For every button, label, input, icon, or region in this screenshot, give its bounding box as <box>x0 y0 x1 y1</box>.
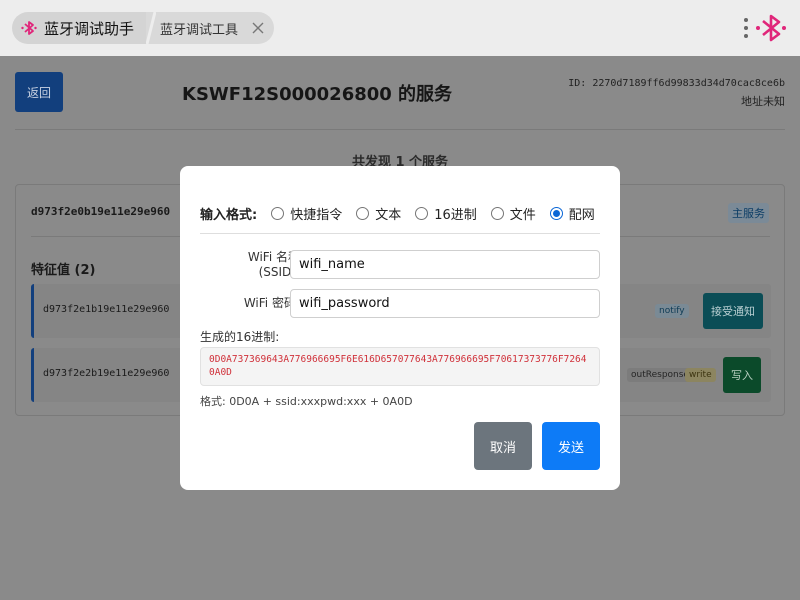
tab-label: 蓝牙调试工具 <box>160 22 239 38</box>
radio-icon[interactable] <box>356 207 370 220</box>
cancel-button[interactable]: 取消 <box>474 422 532 470</box>
radio-label: 文件 <box>509 208 536 223</box>
radio-icon[interactable] <box>271 207 285 220</box>
send-data-modal: 输入格式: 快捷指令 文本 16进制 文件 配网 WiFi 名称 (SSID):… <box>180 166 620 490</box>
device-id: ID: 2270d7189ff6d99833d34d70cac8ce6b <box>568 78 785 89</box>
format-radio-file[interactable]: 文件 <box>490 204 536 223</box>
format-radio-network-config[interactable]: 配网 <box>549 204 595 223</box>
tab-title: 蓝牙调试助手 <box>44 19 135 38</box>
format-hint: 格式: 0D0A + ssid:xxxpwd:xxx + 0A0D <box>200 395 413 408</box>
send-button[interactable]: 发送 <box>542 422 600 470</box>
service-uuid: d973f2e0b19e11e29e960 <box>31 205 171 218</box>
tab-divider <box>146 12 156 44</box>
wifi-password-input[interactable] <box>290 289 600 318</box>
input-format-group: 输入格式: 快捷指令 文本 16进制 文件 配网 <box>200 204 609 223</box>
generated-hex-label: 生成的16进制: <box>200 330 280 344</box>
radio-icon[interactable] <box>490 207 504 220</box>
tab-bluetooth-assistant[interactable]: 蓝牙调试助手 <box>12 12 154 44</box>
radio-label: 快捷指令 <box>290 208 343 223</box>
format-radio-hex[interactable]: 16进制 <box>415 204 477 223</box>
generated-hex-output: 0D0A737369643A776966695F6E616D657077643A… <box>200 347 600 386</box>
page-title: KSWF12S000026800 的服务 <box>182 84 453 105</box>
radio-label: 16进制 <box>434 208 477 223</box>
characteristics-title: 特征值 (2) <box>31 263 96 278</box>
close-icon[interactable] <box>250 20 266 36</box>
radio-label: 文本 <box>375 208 402 223</box>
write-button[interactable]: 写入 <box>723 357 761 393</box>
wifi-name-input[interactable] <box>290 250 600 279</box>
characteristic-uuid: d973f2e1b19e11e29e960 <box>43 304 170 315</box>
bluetooth-icon <box>21 21 37 35</box>
more-menu-icon[interactable] <box>741 16 751 40</box>
divider <box>15 129 785 130</box>
device-address: 地址未知 <box>741 95 785 108</box>
radio-icon[interactable] <box>415 207 429 220</box>
receive-notification-button[interactable]: 接受通知 <box>703 293 763 329</box>
bluetooth-logo-icon <box>756 14 786 42</box>
input-format-label: 输入格式: <box>200 208 258 223</box>
tab-bar: 蓝牙调试助手 蓝牙调试工具 <box>0 0 800 56</box>
tab-bluetooth-tool[interactable]: 蓝牙调试工具 <box>146 12 274 44</box>
format-radio-shortcut[interactable]: 快捷指令 <box>271 204 342 223</box>
divider <box>200 233 600 234</box>
radio-label: 配网 <box>568 208 595 223</box>
back-button[interactable]: 返回 <box>15 72 63 112</box>
radio-checked-icon[interactable] <box>549 207 563 220</box>
primary-service-badge: 主服务 <box>728 203 769 223</box>
write-without-response-badge: outResponse <box>627 368 693 382</box>
notify-badge: notify <box>655 304 689 318</box>
characteristic-uuid: d973f2e2b19e11e29e960 <box>43 368 170 379</box>
write-badge: write <box>685 368 716 382</box>
format-radio-text[interactable]: 文本 <box>356 204 401 223</box>
